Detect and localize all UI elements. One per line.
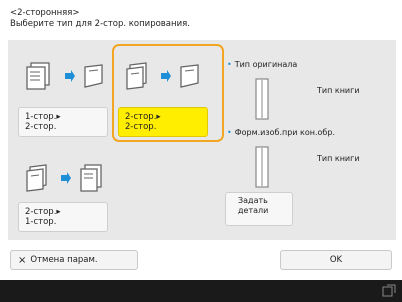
original-type-value: Тип книги — [317, 86, 360, 95]
one-sided-doc-icon — [26, 62, 50, 90]
page-title: <2-сторонняя> — [10, 8, 80, 18]
status-icon — [382, 284, 396, 297]
two-sided-doc-icon — [126, 62, 147, 90]
close-icon: × — [18, 254, 27, 266]
page-subtitle: Выберите тип для 2-стор. копирования. — [10, 19, 190, 29]
set-details-button[interactable]: Задать детали — [225, 192, 293, 226]
finishing-label: • Форм.изоб.при кон.обр. — [227, 128, 335, 137]
header: <2-сторонняя> Выберите тип для 2-стор. к… — [10, 8, 190, 30]
arrow-right-icon — [61, 172, 71, 184]
bullet-icon: • — [227, 128, 232, 137]
ok-button[interactable]: OK — [280, 250, 392, 270]
footer-bar — [0, 280, 402, 302]
option-2to1-icons — [24, 164, 104, 192]
option-2to1-button[interactable]: 2-стор.▸ 1-стор. — [18, 202, 108, 232]
option-2to2-icons — [124, 62, 202, 90]
cancel-settings-button[interactable]: × Отмена парам. — [10, 250, 138, 270]
two-sided-doc-icon — [26, 164, 47, 192]
option-1to2-button[interactable]: 1-стор.▸ 2-стор. — [18, 107, 108, 137]
one-sided-doc-icon — [80, 164, 102, 192]
two-sided-page-icon — [84, 64, 103, 88]
finishing-value: Тип книги — [317, 154, 360, 163]
settings-panel: • Тип оригинала Тип книги • Форм.изоб.при … — [221, 50, 391, 230]
book-type-icon — [255, 146, 269, 188]
option-1to2-icons — [24, 62, 106, 90]
arrow-right-icon — [65, 70, 75, 82]
bullet-icon: • — [227, 60, 232, 69]
option-2to2-button[interactable]: 2-стор.▸ 2-стор. — [118, 107, 208, 137]
book-type-icon — [255, 78, 269, 120]
two-sided-page-icon — [180, 64, 199, 88]
original-type-label: • Тип оригинала — [227, 60, 298, 69]
arrow-right-icon — [161, 70, 171, 82]
